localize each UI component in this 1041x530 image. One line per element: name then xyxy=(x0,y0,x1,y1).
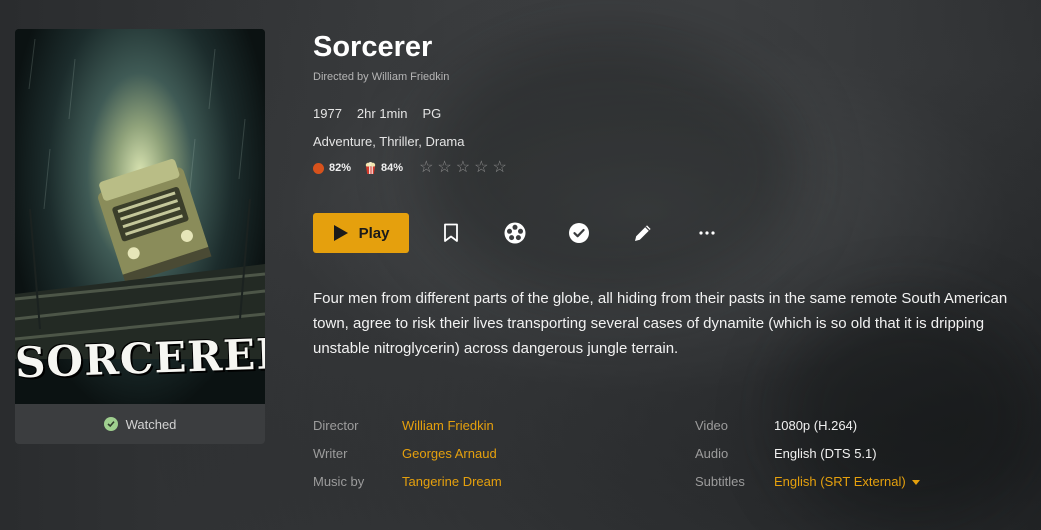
movie-title: Sorcerer xyxy=(313,31,433,63)
star-icon[interactable]: ☆ xyxy=(474,160,488,176)
user-star-rating[interactable]: ☆ ☆ ☆ ☆ ☆ xyxy=(419,160,507,176)
star-icon[interactable]: ☆ xyxy=(419,160,433,176)
movie-summary: Four men from different parts of the glo… xyxy=(313,290,1008,357)
mark-watched-button[interactable] xyxy=(559,213,599,253)
poster-title: SORCERER xyxy=(15,328,265,388)
poster-image[interactable]: SORCERER xyxy=(15,29,265,404)
credit-row-writer: Writer Georges Arnaud xyxy=(313,439,502,467)
audience-rating: 84% xyxy=(365,162,403,174)
more-options-icon xyxy=(699,231,715,235)
tomato-icon xyxy=(313,162,324,174)
mark-watched-icon xyxy=(569,223,589,243)
runtime: 2hr 1min xyxy=(356,106,408,121)
genres: Adventure, Thriller, Drama xyxy=(313,134,465,149)
audio-value: English (DTS 5.1) xyxy=(774,445,877,461)
content-rating: PG xyxy=(422,106,442,121)
critic-rating: 82% xyxy=(313,162,351,174)
subtitles-value: English (SRT External) xyxy=(774,473,906,489)
trailer-button[interactable] xyxy=(495,213,535,253)
movie-meta: 1977 2hr 1min PG xyxy=(313,106,441,121)
star-icon[interactable]: ☆ xyxy=(456,160,470,176)
audience-score: 84% xyxy=(381,162,404,174)
action-bar: Play xyxy=(313,213,727,253)
more-options-button[interactable] xyxy=(687,213,727,253)
play-button[interactable]: Play xyxy=(313,213,409,253)
critic-score: 82% xyxy=(329,162,352,174)
watched-label: Watched xyxy=(125,416,177,432)
credit-link-director[interactable]: William Friedkin xyxy=(402,418,494,433)
release-year: 1977 xyxy=(313,106,342,121)
media-row-subtitles: Subtitles English (SRT External) xyxy=(695,467,920,495)
poster-card[interactable]: SORCERER Watched xyxy=(15,29,265,444)
watched-status: Watched xyxy=(15,404,265,444)
media-label: Video xyxy=(695,417,729,433)
play-label: Play xyxy=(358,224,390,242)
check-circle-icon xyxy=(103,417,118,431)
chevron-down-icon xyxy=(911,479,920,485)
directed-by: Directed by William Friedkin xyxy=(313,71,450,83)
video-value: 1080p (H.264) xyxy=(774,417,858,433)
play-icon xyxy=(333,225,348,241)
star-icon[interactable]: ☆ xyxy=(492,160,506,176)
bookmark-icon xyxy=(444,223,458,242)
star-icon[interactable]: ☆ xyxy=(437,160,451,176)
subtitles-dropdown[interactable]: English (SRT External) xyxy=(774,474,920,489)
media-info: Video 1080p (H.264) Audio English (DTS 5… xyxy=(695,411,920,495)
popcorn-icon xyxy=(365,162,376,174)
credit-label: Director xyxy=(313,417,359,433)
media-label: Audio xyxy=(695,445,729,461)
credit-link-music[interactable]: Tangerine Dream xyxy=(402,474,502,489)
ratings-row: 82% 84% ☆ ☆ ☆ ☆ ☆ xyxy=(313,160,507,176)
edit-button[interactable] xyxy=(623,213,663,253)
edit-pencil-icon xyxy=(635,225,651,241)
credit-link-writer[interactable]: Georges Arnaud xyxy=(402,446,497,461)
credit-label: Music by xyxy=(313,473,365,489)
bookmark-button[interactable] xyxy=(431,213,471,253)
media-label: Subtitles xyxy=(695,473,745,489)
credit-row-director: Director William Friedkin xyxy=(313,411,502,439)
media-row-video: Video 1080p (H.264) xyxy=(695,411,920,439)
credit-label: Writer xyxy=(313,445,348,461)
trailer-reel-icon xyxy=(504,222,526,244)
credit-row-music: Music by Tangerine Dream xyxy=(313,467,502,495)
media-row-audio: Audio English (DTS 5.1) xyxy=(695,439,920,467)
credits-list: Director William Friedkin Writer Georges… xyxy=(313,411,502,495)
